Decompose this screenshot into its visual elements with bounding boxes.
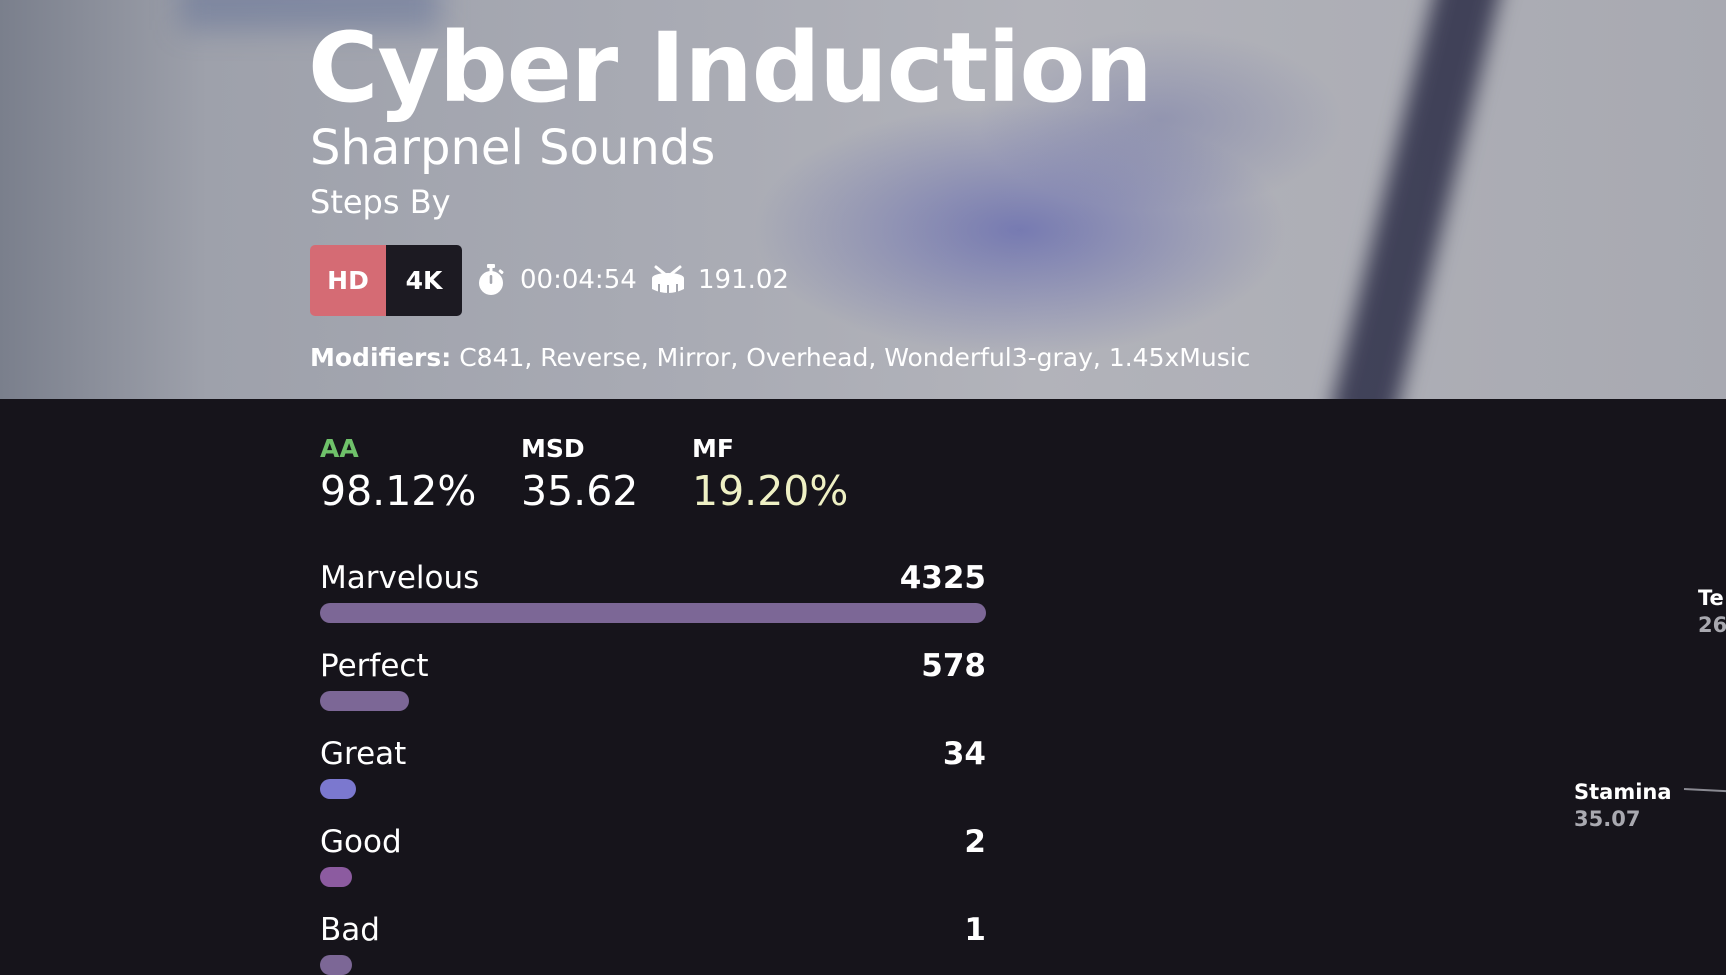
judgement-name: Marvelous bbox=[320, 560, 480, 596]
judgement-count: 1 bbox=[964, 912, 986, 948]
difficulty-badges: HD 4K bbox=[310, 245, 462, 316]
song-header: Cyber Induction Sharpnel Sounds Steps By… bbox=[0, 0, 1726, 399]
judgement-bar bbox=[320, 955, 352, 975]
judgement-count: 4325 bbox=[899, 560, 986, 596]
skill-name: Te bbox=[1698, 586, 1724, 610]
modifiers-label: Modifiers: bbox=[310, 343, 452, 372]
background-art-stroke bbox=[1329, 0, 1505, 399]
steps-by: Steps By bbox=[310, 183, 451, 221]
song-nps: 191.02 bbox=[698, 265, 789, 295]
grade-label: AA bbox=[320, 434, 359, 463]
judgement-count: 34 bbox=[942, 736, 986, 772]
judgement-count: 2 bbox=[964, 824, 986, 860]
accuracy-value: 98.12% bbox=[320, 467, 477, 515]
mf-value: 19.20% bbox=[692, 467, 849, 515]
skill-value: 35.07 bbox=[1574, 807, 1641, 831]
nps-info: 191.02 bbox=[650, 262, 789, 298]
skill-name: Stamina bbox=[1574, 780, 1672, 804]
judgement-name: Good bbox=[320, 824, 402, 860]
song-length: 00:04:54 bbox=[520, 265, 637, 295]
judgement-bar bbox=[320, 603, 986, 623]
mf-stat: MF 19.20% bbox=[692, 436, 848, 512]
song-title: Cyber Induction bbox=[308, 12, 1153, 124]
msd-value: 35.62 bbox=[521, 467, 639, 515]
grade-stat: AA 98.12% bbox=[320, 436, 476, 512]
skill-value: 26 bbox=[1698, 613, 1726, 637]
judgement-count: 578 bbox=[921, 648, 986, 684]
song-artist: Sharpnel Sounds bbox=[310, 120, 716, 176]
mf-label: MF bbox=[692, 434, 734, 463]
radar-axis-line bbox=[1683, 788, 1726, 793]
stopwatch-icon bbox=[476, 263, 506, 297]
length-info: 00:04:54 bbox=[476, 262, 637, 298]
judgement-bar bbox=[320, 691, 409, 711]
skill-label-technical: Te 26 bbox=[1698, 588, 1726, 636]
modifiers: Modifiers: C841, Reverse, Mirror, Overhea… bbox=[310, 343, 1250, 372]
judgement-name: Great bbox=[320, 736, 407, 772]
judgement-name: Bad bbox=[320, 912, 380, 948]
modifiers-value: C841, Reverse, Mirror, Overhead, Wonderf… bbox=[459, 343, 1251, 372]
keys-badge: 4K bbox=[386, 245, 462, 316]
msd-stat: MSD 35.62 bbox=[521, 436, 638, 512]
drum-icon bbox=[650, 264, 686, 296]
judgement-bar bbox=[320, 779, 356, 799]
difficulty-badge: HD bbox=[310, 245, 386, 316]
msd-label: MSD bbox=[521, 434, 585, 463]
judgement-bar bbox=[320, 867, 352, 887]
skill-label-stamina: Stamina 35.07 bbox=[1574, 782, 1672, 830]
judgement-name: Perfect bbox=[320, 648, 429, 684]
